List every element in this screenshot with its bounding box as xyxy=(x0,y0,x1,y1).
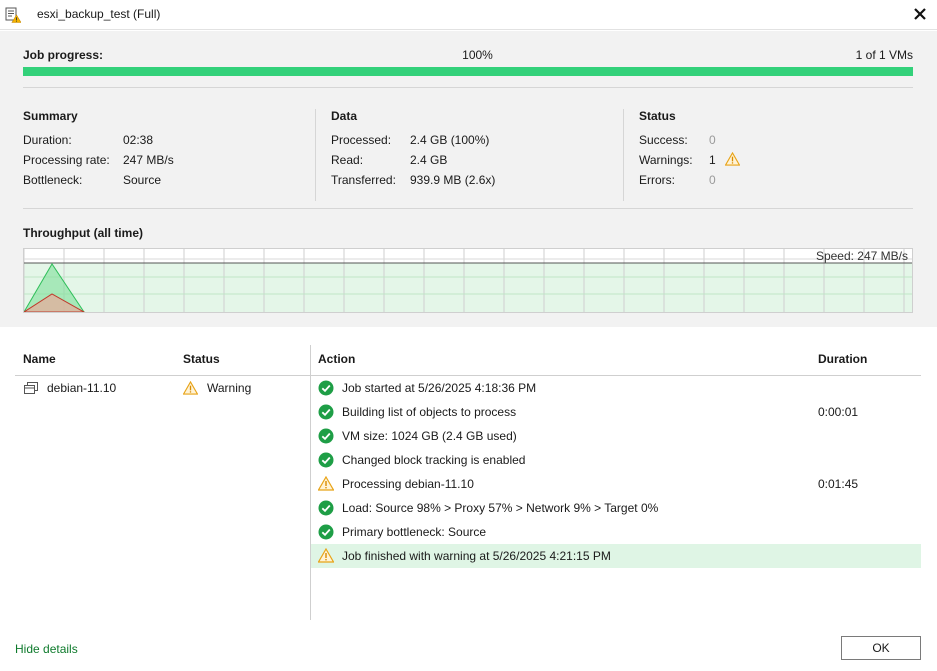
status-section: Status Success: 0 Warnings: 1 Errors: 0 xyxy=(639,109,909,193)
read-value: 2.4 GB xyxy=(410,153,448,167)
read-label: Read: xyxy=(331,153,364,167)
warning-icon xyxy=(317,547,335,564)
transferred-label: Transferred: xyxy=(331,173,396,187)
divider xyxy=(623,109,624,201)
job-progress-percent: 100% xyxy=(462,48,493,62)
duration-value: 02:38 xyxy=(123,133,154,147)
vm-icon xyxy=(24,382,38,394)
throughput-chart: Speed: 247 MB/s xyxy=(23,248,913,313)
action-text: Changed block tracking is enabled xyxy=(342,453,526,467)
errors-label: Errors: xyxy=(639,173,675,187)
vm-list-item[interactable]: debian-11.10 Warning xyxy=(15,377,309,399)
data-section: Data Processed: 2.4 GB (100%) Read: 2.4 GB… xyxy=(331,109,611,193)
bottleneck-value: Source xyxy=(123,173,162,187)
summary-section: Summary Duration: 02:38 Processing rate: 2… xyxy=(23,109,303,193)
column-header-action[interactable]: Action xyxy=(318,352,355,366)
action-row[interactable]: Load: Source 98% > Proxy 57% > Network 9… xyxy=(311,496,921,520)
column-header-status[interactable]: Status xyxy=(183,352,220,366)
action-duration: 0:00:01 xyxy=(818,405,859,419)
divider xyxy=(23,208,913,209)
warnings-label: Warnings: xyxy=(639,153,693,167)
divider xyxy=(23,87,913,88)
warning-icon xyxy=(317,475,335,492)
success-icon xyxy=(318,404,334,420)
throughput-graph xyxy=(24,249,912,312)
warning-icon xyxy=(725,152,740,166)
hide-details-link[interactable]: Hide details xyxy=(15,642,78,656)
action-row[interactable]: Job finished with warning at 5/26/2025 4… xyxy=(311,544,921,568)
action-duration: 0:01:45 xyxy=(818,477,859,491)
action-text: Primary bottleneck: Source xyxy=(342,525,487,539)
throughput-speed: Speed: 247 MB/s xyxy=(815,249,908,263)
action-row[interactable]: Job started at 5/26/2025 4:18:36 PM xyxy=(311,376,921,400)
divider xyxy=(315,109,316,201)
column-header-duration[interactable]: Duration xyxy=(818,352,867,366)
title-bar: esxi_backup_test (Full) xyxy=(0,0,937,30)
action-text: VM size: 1024 GB (2.4 GB used) xyxy=(342,429,517,443)
success-icon xyxy=(318,500,334,516)
action-row[interactable]: Processing debian-11.10 0:01:45 xyxy=(311,472,921,496)
action-row[interactable]: VM size: 1024 GB (2.4 GB used) xyxy=(311,424,921,448)
vm-status: Warning xyxy=(207,381,252,395)
ok-button[interactable]: OK xyxy=(841,636,921,660)
success-icon xyxy=(318,428,334,444)
vm-name: debian-11.10 xyxy=(47,381,117,395)
warning-icon xyxy=(183,381,198,395)
close-icon[interactable] xyxy=(912,6,928,22)
processing-rate-value: 247 MB/s xyxy=(123,153,174,167)
throughput-title: Throughput (all time) xyxy=(23,226,143,240)
column-header-name[interactable]: Name xyxy=(23,352,56,366)
action-text: Job started at 5/26/2025 4:18:36 PM xyxy=(342,381,537,395)
success-icon xyxy=(318,524,334,540)
summary-title: Summary xyxy=(23,109,78,123)
processing-rate-label: Processing rate: xyxy=(23,153,110,167)
transferred-value: 939.9 MB (2.6x) xyxy=(410,173,496,187)
duration-label: Duration: xyxy=(23,133,72,147)
job-progress-bar xyxy=(23,67,913,76)
job-stats-panel: Job progress: 100% 1 of 1 VMs Summary Du… xyxy=(0,31,937,327)
bottleneck-label: Bottleneck: xyxy=(23,173,83,187)
success-value: 0 xyxy=(709,133,716,147)
data-title: Data xyxy=(331,109,358,123)
job-report-icon xyxy=(5,7,21,23)
warnings-value: 1 xyxy=(709,153,716,167)
action-row[interactable]: Building list of objects to process 0:00:… xyxy=(311,400,921,424)
action-text: Job finished with warning at 5/26/2025 4… xyxy=(342,549,611,563)
window-title: esxi_backup_test (Full) xyxy=(37,7,161,21)
action-text: Building list of objects to process xyxy=(342,405,517,419)
success-label: Success: xyxy=(639,133,688,147)
job-progress-fill xyxy=(23,67,913,76)
action-text: Processing debian-11.10 xyxy=(342,477,474,491)
success-icon xyxy=(318,452,334,468)
action-text: Load: Source 98% > Proxy 57% > Network 9… xyxy=(342,501,659,515)
processed-value: 2.4 GB (100%) xyxy=(410,133,490,147)
processed-label: Processed: xyxy=(331,133,392,147)
job-vm-count: 1 of 1 VMs xyxy=(855,48,913,62)
action-row[interactable]: Changed block tracking is enabled xyxy=(311,448,921,472)
errors-value: 0 xyxy=(709,173,716,187)
success-icon xyxy=(318,380,334,396)
action-row[interactable]: Primary bottleneck: Source xyxy=(311,520,921,544)
status-title: Status xyxy=(639,109,676,123)
